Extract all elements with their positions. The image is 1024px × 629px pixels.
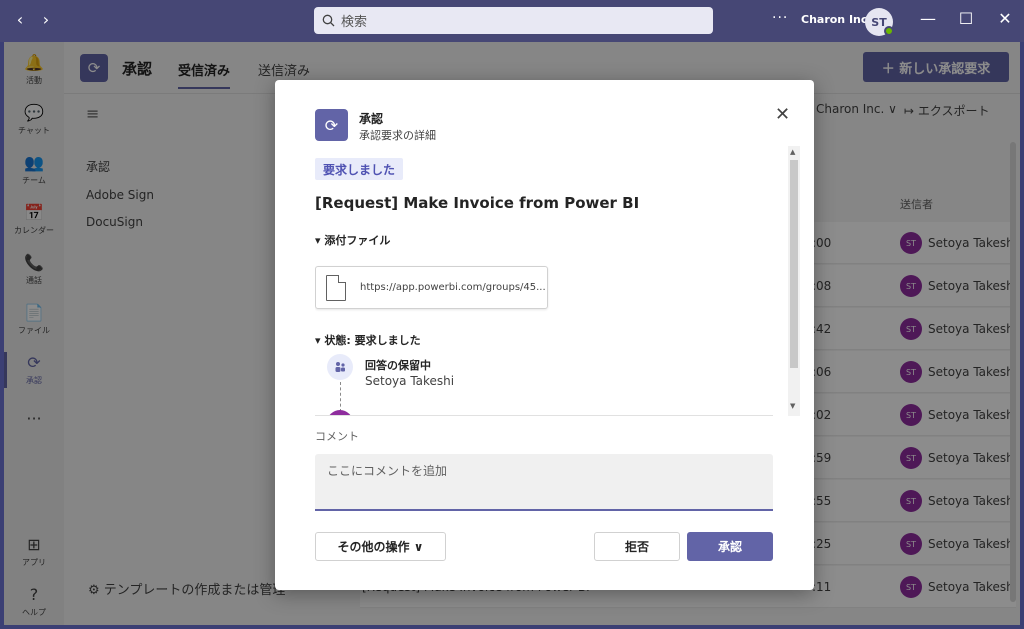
attachments-section-toggle[interactable]: ▾ 添付ファイル [315, 232, 390, 248]
comment-label: コメント [315, 430, 359, 443]
request-title: [Request] Make Invoice from Power BI [315, 194, 640, 212]
dialog-scroll-area: 要求しました [Request] Make Invoice from Power… [315, 146, 802, 416]
timeline-status: 回答の保留中 [365, 359, 431, 372]
approvals-logo-icon: ⟳ [315, 109, 348, 141]
presence-available-icon [884, 26, 894, 36]
scroll-down-icon[interactable]: ▼ [790, 402, 795, 410]
scrollbar-thumb[interactable] [790, 160, 798, 368]
attachment-card[interactable]: https://app.powerbi.com/groups/45... [315, 266, 548, 309]
search-input[interactable]: 検索 [314, 7, 713, 34]
file-icon [326, 274, 346, 301]
timeline-connector [340, 382, 341, 412]
dialog-scrollbar[interactable]: ▲ ▼ [788, 146, 800, 416]
search-icon [322, 14, 335, 27]
pending-people-icon [327, 354, 353, 380]
search-placeholder: 検索 [341, 15, 368, 30]
status-section-toggle[interactable]: ▾ 状態: 要求しました [315, 332, 421, 348]
divider [315, 415, 773, 416]
minimize-icon[interactable]: — [916, 9, 940, 28]
dialog-subtitle: 承認要求の詳細 [359, 129, 436, 142]
approve-button[interactable]: 承認 [687, 532, 773, 561]
comment-input[interactable]: ここにコメントを追加 [315, 454, 773, 511]
scroll-up-icon[interactable]: ▲ [790, 148, 795, 156]
title-bar: ‹ › 検索 ··· Charon Inc. ST — ☐ ✕ [0, 0, 1024, 42]
org-name[interactable]: Charon Inc. [801, 13, 872, 26]
reject-button[interactable]: 拒否 [594, 532, 680, 561]
timeline-person: Setoya Takeshi [365, 374, 455, 388]
close-icon[interactable]: ✕ [775, 104, 790, 125]
more-options-icon[interactable]: ··· [772, 10, 788, 26]
dialog-app-name: 承認 [359, 112, 384, 126]
status-badge: 要求しました [315, 158, 404, 180]
maximize-icon[interactable]: ☐ [954, 9, 978, 28]
close-window-icon[interactable]: ✕ [993, 9, 1017, 28]
back-arrow-icon[interactable]: ‹ [10, 10, 30, 29]
attachment-url: https://app.powerbi.com/groups/45... [360, 282, 546, 293]
forward-arrow-icon[interactable]: › [36, 10, 56, 29]
more-actions-button[interactable]: その他の操作 ∨ [315, 532, 446, 561]
approval-details-dialog: ⟳ 承認 承認要求の詳細 ✕ 要求しました [Request] Make Inv… [275, 80, 814, 590]
